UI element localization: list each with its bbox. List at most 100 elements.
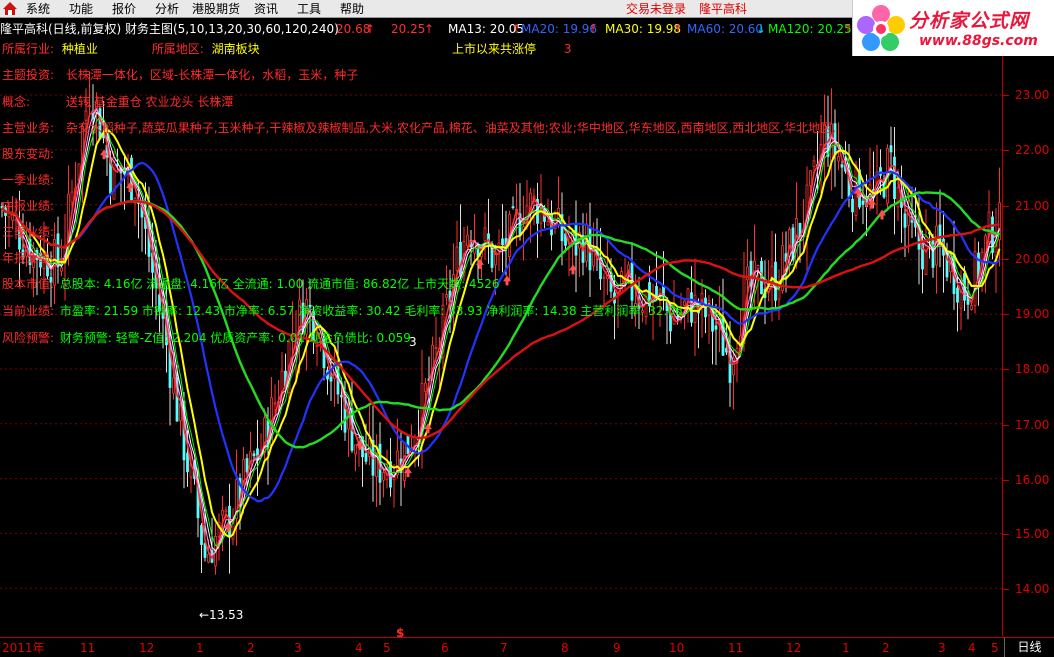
candle-body <box>252 453 256 457</box>
business-row: 主营业务: 杂交水稻种子,蔬菜瓜果种子,玉米种子,干辣椒及辣椒制品,大米,农化产… <box>2 120 836 136</box>
menu-quote[interactable]: 报价 <box>112 1 136 17</box>
concept-label: 概念: <box>2 95 31 109</box>
candle-body <box>970 305 973 310</box>
low-price-marker: ←13.53 <box>199 608 244 622</box>
candle-body <box>756 265 760 270</box>
candle-body <box>186 452 189 473</box>
limit-up-value: 3 <box>563 42 572 56</box>
candle-body <box>557 207 560 227</box>
candle-body <box>840 164 844 168</box>
candle-body <box>924 235 928 275</box>
candle-body <box>602 276 606 279</box>
ma30-label: MA30: 19.98 <box>605 22 682 36</box>
candle-body <box>354 444 357 455</box>
price-axis: 23.00 22.00 21.00 20.00 19.00 18.00 17.0… <box>1002 56 1054 636</box>
candle-body <box>714 325 718 330</box>
trade-status[interactable]: 交易未登录 <box>626 1 686 17</box>
y-tick: 22.00 <box>1002 143 1050 157</box>
candle-body <box>424 382 427 392</box>
menu-hk-futures[interactable]: 港股期货 <box>192 1 240 17</box>
candle-body <box>907 208 910 226</box>
candle-body <box>483 227 487 242</box>
candlesticks <box>0 71 1001 575</box>
down-arrow-icon: ↓ <box>756 22 767 36</box>
x-tick: 2 <box>882 641 890 655</box>
industry-label: 所属行业: <box>2 42 55 56</box>
candle-body <box>546 220 550 226</box>
concept-row: 概念: 送转 基金重仓 农业龙头 长株潭 <box>2 94 233 110</box>
candle-body <box>931 238 935 268</box>
y-tick: 16.00 <box>1002 473 1050 487</box>
candle-body <box>903 213 907 228</box>
candle-body <box>221 509 224 516</box>
candle-body <box>655 286 658 297</box>
candle-body <box>60 267 63 272</box>
candle-body <box>889 145 893 153</box>
up-arrow-icon: ↑ <box>673 22 684 36</box>
menu-help[interactable]: 帮助 <box>340 1 364 17</box>
x-tick: 1 <box>842 641 850 655</box>
candle-body <box>683 300 686 306</box>
y-tick: 19.00 <box>1002 307 1050 321</box>
business-label: 主营业务: <box>2 121 55 135</box>
x-tick: 2011年 <box>2 641 45 655</box>
menu-tools[interactable]: 工具 <box>297 1 321 17</box>
menu-function[interactable]: 功能 <box>69 1 93 17</box>
current-row: 当前业绩: 市盈率: 21.59 市销率: 12.43 市净率: 6.57 净资… <box>2 303 683 319</box>
x-tick: 4 <box>355 641 363 655</box>
chart-title: 隆平高科(日线,前复权) 财务主图(5,10,13,20,30,60,120,2… <box>0 22 339 36</box>
candle-body <box>273 402 277 405</box>
industry-row: 所属行业: 种植业 所属地区: 湖南板块 <box>2 41 260 57</box>
menu-system[interactable]: 系统 <box>26 1 50 17</box>
ma20-label: MA20: 19.96 <box>521 22 598 36</box>
time-axis: 2011年 11 12 1 2 3 4 5 6 7 8 9 10 11 12 1… <box>0 637 1054 657</box>
x-tick: 11 <box>80 641 96 655</box>
industry-value: 种植业 <box>61 42 98 56</box>
candle-body <box>455 246 459 271</box>
capital-label: 股本市值: <box>2 277 55 291</box>
price-label-2: 20.25 <box>391 22 426 36</box>
shareholder-label: 股东变动: <box>2 147 55 161</box>
business-value: 杂交水稻种子,蔬菜瓜果种子,玉米种子,干辣椒及辣椒制品,大米,农化产品,棉花、油… <box>65 121 836 135</box>
candle-body <box>973 251 977 306</box>
x-tick: 4 <box>968 641 976 655</box>
candle-body <box>511 206 515 209</box>
candle-body <box>466 234 469 247</box>
candle-body <box>501 238 504 246</box>
up-arrow-icon: ↑ <box>365 22 376 36</box>
x-tick: 12 <box>139 641 155 655</box>
candle-body <box>203 543 207 558</box>
theme-label: 主题投资: <box>2 68 55 82</box>
menu-analysis[interactable]: 分析 <box>155 1 179 17</box>
brand-badge: 分析家公式网 www.88gs.com <box>852 0 1054 56</box>
q1-label: 一季业绩: <box>2 173 55 187</box>
x-tick: 2 <box>247 641 255 655</box>
candle-body <box>382 472 385 481</box>
up-arrow-icon: ↑ <box>511 22 522 36</box>
candle-body <box>658 289 662 294</box>
candle-body <box>777 289 781 300</box>
up-arrow-icon: ↑ <box>424 22 435 36</box>
current-value: 市盈率: 21.59 市销率: 12.43 市净率: 6.57 净资收益率: 3… <box>59 304 683 318</box>
x-tick: 11 <box>728 641 744 655</box>
candle-body <box>956 287 959 303</box>
candle-body <box>686 288 690 300</box>
brand-title: 分析家公式网 <box>909 10 1030 32</box>
concept-value: 送转 基金重仓 农业龙头 长株潭 <box>65 95 234 109</box>
capital-row: 股本市值: 总股本: 4.16亿 流通盘: 4.16亿 全流通: 1.00 流通… <box>2 276 499 292</box>
region-value: 湖南板块 <box>211 42 260 56</box>
brand-url[interactable]: www.88gs.com <box>919 33 1038 49</box>
candle-body <box>497 242 501 247</box>
candle-body <box>812 160 816 167</box>
limit-up-row: 上市以来共涨停 3 <box>452 41 571 57</box>
x-tick: 10 <box>669 641 685 655</box>
candle-body <box>851 198 854 213</box>
y-tick: 20.00 <box>1002 252 1050 266</box>
app-logo-icon[interactable] <box>3 2 17 15</box>
x-tick: 12 <box>786 641 802 655</box>
period-button[interactable]: 日线 <box>1004 638 1054 657</box>
capital-value: 总股本: 4.16亿 流通盘: 4.16亿 全流通: 1.00 流通市值: 86… <box>59 277 500 291</box>
menu-news[interactable]: 资讯 <box>254 1 278 17</box>
y-tick: 21.00 <box>1002 199 1050 213</box>
candle-body <box>809 170 812 187</box>
